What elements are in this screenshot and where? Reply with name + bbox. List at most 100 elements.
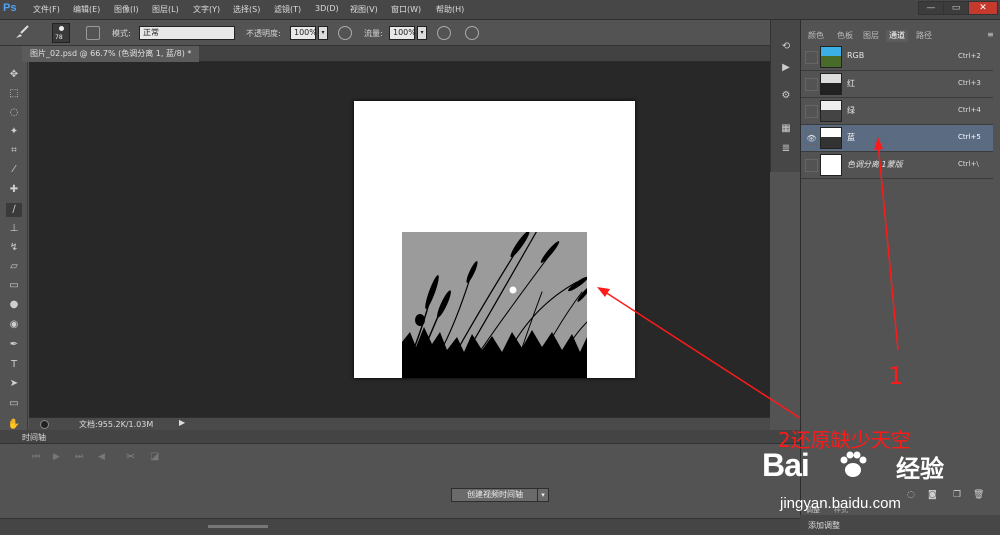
brush-size-value: 78 bbox=[55, 34, 63, 41]
zoom-slider[interactable] bbox=[208, 525, 268, 528]
adjustments-panel: 调整 样式 添加调整 bbox=[800, 506, 1000, 535]
mode-label: 模式: bbox=[112, 29, 131, 38]
scissors-icon[interactable]: ✂ bbox=[126, 450, 135, 463]
new-channel-icon[interactable]: ❐ bbox=[953, 490, 961, 500]
channel-row-red[interactable]: 红 Ctrl+3 bbox=[801, 71, 993, 98]
save-selection-icon[interactable]: ◙ bbox=[928, 490, 937, 500]
timeline-title: 时间轴 bbox=[22, 433, 46, 442]
flow-input[interactable]: 100% bbox=[389, 26, 416, 40]
tab-color[interactable]: 颜色 bbox=[805, 30, 827, 42]
marquee-tool-icon[interactable]: ⬚ bbox=[6, 87, 22, 101]
magic-wand-icon[interactable]: ✦ bbox=[6, 125, 22, 139]
notes-icon[interactable]: ≣ bbox=[779, 143, 793, 155]
blur-tool-icon[interactable]: ● bbox=[6, 298, 22, 312]
channel-thumbnail bbox=[820, 100, 842, 122]
stamp-tool-icon[interactable]: ⊥ bbox=[6, 222, 22, 236]
tab-channels[interactable]: 通道 bbox=[886, 30, 908, 42]
watermark-brand-cn: 经验 bbox=[896, 455, 944, 483]
maximize-button[interactable]: ▭ bbox=[943, 1, 969, 15]
tab-swatches[interactable]: 色板 bbox=[834, 30, 856, 42]
pressure-opacity-icon[interactable] bbox=[338, 26, 352, 40]
airbrush-icon[interactable] bbox=[437, 26, 451, 40]
close-button[interactable]: ✕ bbox=[968, 1, 998, 15]
menu-image[interactable]: 图像(I) bbox=[114, 4, 139, 15]
eyedropper-icon[interactable]: ⁄ bbox=[6, 163, 22, 177]
audio-icon[interactable]: ◀ bbox=[98, 452, 105, 462]
path-select-icon[interactable]: ➤ bbox=[6, 377, 22, 391]
shape-tool-icon[interactable]: ▭ bbox=[6, 397, 22, 411]
swatches-grid-icon[interactable]: ▦ bbox=[779, 123, 793, 135]
pressure-size-icon[interactable] bbox=[465, 26, 479, 40]
channel-shortcut: Ctrl+2 bbox=[958, 52, 981, 60]
channel-row-mask[interactable]: 色调分离 1蒙版 Ctrl+\ bbox=[801, 152, 993, 179]
document-size: 文档:955.2K/1.03M bbox=[79, 420, 154, 429]
channel-row-rgb[interactable]: RGB Ctrl+2 bbox=[801, 44, 993, 71]
timeline-dropdown-icon[interactable]: ▾ bbox=[537, 488, 549, 502]
status-options-icon[interactable] bbox=[40, 420, 49, 429]
channel-row-green[interactable]: 绿 Ctrl+4 bbox=[801, 98, 993, 125]
posterized-image bbox=[402, 232, 587, 378]
delete-channel-icon[interactable]: 🗑 bbox=[973, 490, 984, 500]
panel-menu-icon[interactable]: ≡ bbox=[987, 30, 994, 39]
menu-edit[interactable]: 编辑(E) bbox=[73, 4, 100, 15]
channel-name: 红 bbox=[847, 79, 855, 88]
create-video-timeline-button[interactable]: 创建视频时间轴 bbox=[451, 488, 539, 502]
visibility-toggle[interactable] bbox=[805, 105, 818, 118]
history-icon[interactable]: ⟲ bbox=[779, 41, 793, 53]
lasso-tool-icon[interactable]: ◌ bbox=[6, 106, 22, 120]
menu-type[interactable]: 文字(Y) bbox=[193, 4, 220, 15]
gradient-icon[interactable]: ▭ bbox=[6, 279, 22, 293]
menu-select[interactable]: 选择(S) bbox=[233, 4, 260, 15]
visibility-toggle[interactable] bbox=[805, 78, 818, 91]
channel-shortcut: Ctrl+4 bbox=[958, 106, 981, 114]
opacity-dropdown-icon[interactable]: ▾ bbox=[318, 26, 328, 40]
eye-icon[interactable]: 👁 bbox=[805, 132, 818, 145]
pen-tool-icon[interactable]: ✒ bbox=[6, 338, 22, 352]
tab-layers[interactable]: 图层 bbox=[860, 30, 882, 42]
menu-window[interactable]: 窗口(W) bbox=[391, 4, 421, 15]
opacity-label: 不透明度: bbox=[246, 29, 281, 38]
visibility-toggle[interactable] bbox=[805, 159, 818, 172]
menu-bar: Ps 文件(F) 编辑(E) 图像(I) 图层(L) 文字(Y) 选择(S) 滤… bbox=[0, 0, 1000, 20]
brush-preset-picker[interactable]: 78 bbox=[52, 23, 70, 43]
healing-brush-icon[interactable]: ✚ bbox=[6, 183, 22, 197]
channel-shortcut: Ctrl+3 bbox=[958, 79, 981, 87]
brush-tool-icon[interactable]: ∕ bbox=[6, 203, 22, 217]
channel-row-blue[interactable]: 👁 蓝 Ctrl+5 bbox=[801, 125, 993, 152]
history-brush-icon[interactable]: ↯ bbox=[6, 241, 22, 255]
brush-dot-icon bbox=[59, 26, 64, 31]
opacity-input[interactable]: 100% bbox=[290, 26, 317, 40]
eraser-icon[interactable]: ▱ bbox=[6, 260, 22, 274]
mode-select[interactable]: 正常 bbox=[139, 26, 235, 40]
load-selection-icon[interactable]: ◌ bbox=[907, 490, 915, 500]
brush-tool-icon[interactable] bbox=[14, 24, 30, 40]
channel-name: 色调分离 1蒙版 bbox=[847, 160, 903, 169]
panel-icon-column: ⟲ ▶ ⚙ ▦ ≣ bbox=[770, 20, 800, 172]
tab-paths[interactable]: 路径 bbox=[913, 30, 935, 42]
document-tab[interactable]: 图片_02.psd @ 66.7% (色调分离 1, 蓝/8) * bbox=[22, 46, 200, 62]
transition-icon[interactable]: ◪ bbox=[150, 451, 159, 462]
menu-3d[interactable]: 3D(D) bbox=[315, 4, 339, 13]
photoshop-logo: Ps bbox=[3, 2, 17, 14]
menu-file[interactable]: 文件(F) bbox=[33, 4, 60, 15]
flow-label: 流量: bbox=[364, 29, 383, 38]
document-canvas[interactable] bbox=[354, 101, 635, 378]
next-frame-icon[interactable]: ⏭ bbox=[75, 452, 83, 462]
minimize-button[interactable]: — bbox=[918, 1, 944, 15]
actions-play-icon[interactable]: ▶ bbox=[779, 62, 793, 74]
first-frame-icon[interactable]: ⏮ bbox=[32, 452, 40, 462]
crop-tool-icon[interactable]: ⌗ bbox=[6, 144, 22, 158]
properties-icon[interactable]: ⚙ bbox=[779, 90, 793, 102]
brush-panel-icon[interactable] bbox=[86, 26, 100, 40]
menu-view[interactable]: 视图(V) bbox=[350, 4, 378, 15]
flow-dropdown-icon[interactable]: ▾ bbox=[417, 26, 427, 40]
type-tool-icon[interactable]: T bbox=[6, 358, 22, 372]
visibility-toggle[interactable] bbox=[805, 51, 818, 64]
menu-layer[interactable]: 图层(L) bbox=[152, 4, 179, 15]
menu-help[interactable]: 帮助(H) bbox=[436, 4, 464, 15]
move-tool-icon[interactable]: ✥ bbox=[6, 68, 22, 82]
status-arrow-icon[interactable]: ▶ bbox=[179, 418, 185, 427]
play-icon[interactable]: ▶ bbox=[53, 452, 60, 462]
dodge-tool-icon[interactable]: ◉ bbox=[6, 318, 22, 332]
menu-filter[interactable]: 滤镜(T) bbox=[274, 4, 301, 15]
